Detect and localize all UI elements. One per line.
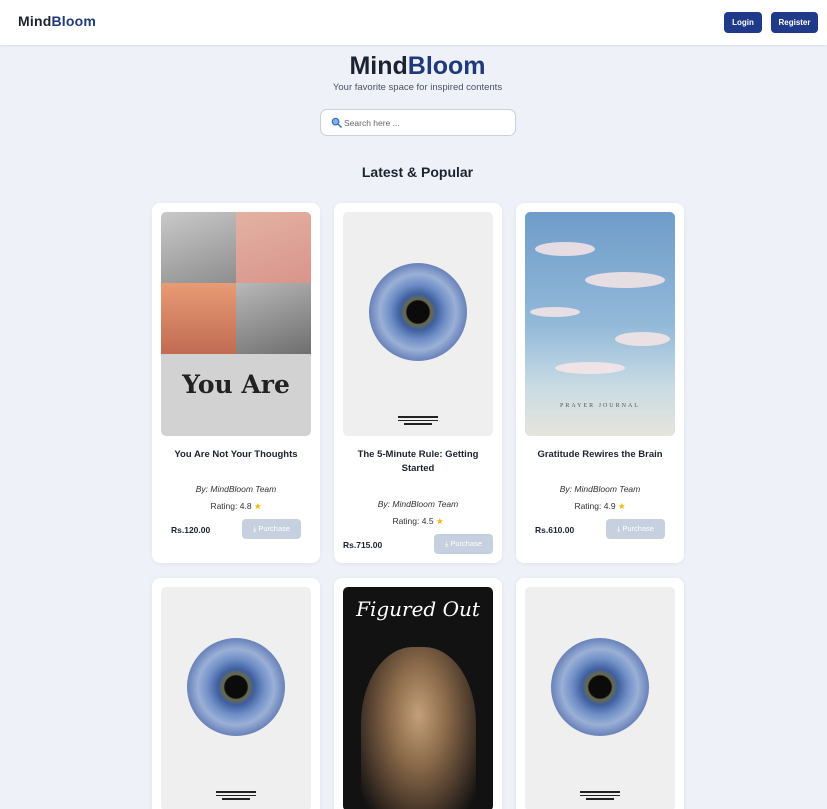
book-author: By: MindBloom Team [559,484,641,494]
search-icon [331,117,342,128]
search-box[interactable] [320,109,516,136]
book-card[interactable]: Figured Out [334,578,502,809]
book-cover[interactable]: PRAYER JOURNAL [525,212,675,436]
hero-title-bloom: Bloom [407,52,486,80]
hero-title: MindBloom [0,52,827,81]
purchase-label: Purchase [450,539,483,548]
cover-title-text: Figured Out [356,597,480,621]
login-button[interactable]: Login [724,12,762,33]
book-cover[interactable] [343,212,493,436]
star-icon: ★ [435,516,444,526]
logo-text-bloom: Bloom [51,13,97,29]
book-title[interactable]: Gratitude Rewires the Brain [524,448,676,462]
eye-image [551,638,649,736]
cover-title-text: You Are [182,370,290,399]
cover-collage [161,212,311,354]
book-title[interactable]: The 5-Minute Rule: Getting Started [342,448,494,476]
hero-title-mind: Mind [349,52,408,80]
book-card[interactable]: The 5-Minute Rule: Getting Started By: M… [334,203,502,563]
star-icon: ★ [253,501,262,511]
book-card[interactable] [516,578,684,809]
purchase-button[interactable]: ⤓ Purchase [606,519,665,539]
navbar: MindBloom Login Register [0,0,827,45]
download-icon: ⤓ [616,524,621,533]
register-button[interactable]: Register [771,12,818,33]
book-card[interactable]: PRAYER JOURNAL Gratitude Rewires the Bra… [516,203,684,563]
eye-image [369,263,467,361]
book-card[interactable] [152,578,320,809]
hero-tagline: Your favorite space for inspired content… [332,82,503,93]
book-price: Rs.610.00 [535,525,575,535]
blurred-portrait-image [361,647,476,809]
purchase-button[interactable]: ⤓ Purchase [242,519,301,539]
book-author: By: MindBloom Team [195,484,277,494]
logo[interactable]: MindBloom [18,13,96,29]
book-card[interactable]: You Are You Are Not Your Thoughts By: Mi… [152,203,320,563]
book-title[interactable]: You Are Not Your Thoughts [160,448,312,462]
purchase-label: Purchase [622,524,655,533]
search-input[interactable] [344,115,509,131]
section-title: Latest & Popular [361,164,474,180]
rating-text: Rating: 4.5 [392,516,434,526]
eye-image [187,638,285,736]
book-price: Rs.120.00 [171,525,211,535]
book-price: Rs.715.00 [343,540,383,550]
star-icon: ★ [617,501,626,511]
rating-text: Rating: 4.8 [210,501,252,511]
book-rating: Rating: 4.5 ★ [334,516,502,527]
book-author: By: MindBloom Team [377,499,459,509]
download-icon: ⤓ [252,524,257,533]
book-cover[interactable]: You Are [161,212,311,436]
download-icon: ⤓ [444,539,449,548]
book-cover[interactable]: Figured Out [343,587,493,809]
book-cover[interactable] [161,587,311,809]
cover-title-text: PRAYER JOURNAL [560,403,640,409]
purchase-button[interactable]: ⤓ Purchase [434,534,493,554]
book-rating: Rating: 4.9 ★ [516,501,684,512]
purchase-label: Purchase [258,524,291,533]
logo-text-mind: Mind [18,13,52,29]
rating-text: Rating: 4.9 [574,501,616,511]
book-cover[interactable] [525,587,675,809]
book-rating: Rating: 4.8 ★ [152,501,320,512]
